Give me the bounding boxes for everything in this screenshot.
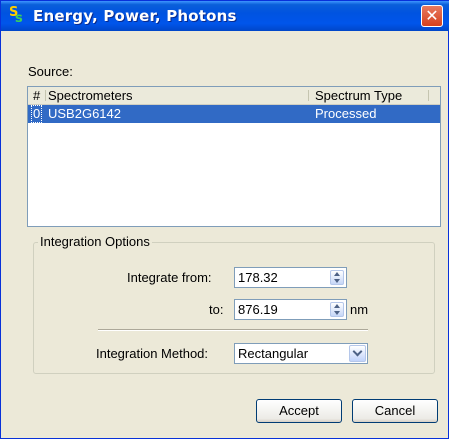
- integrate-from-spinner[interactable]: 178.32: [234, 267, 347, 288]
- row-spectrum-type: Processed: [315, 106, 377, 121]
- close-button[interactable]: ✕: [421, 5, 443, 27]
- integration-options-legend: Integration Options: [38, 234, 152, 249]
- row-spectrometer: USB2G6142: [48, 106, 121, 121]
- chevron-down-icon[interactable]: [349, 345, 366, 362]
- column-header-spectrometers[interactable]: Spectrometers: [48, 88, 133, 103]
- window-title: Energy, Power, Photons: [33, 7, 237, 25]
- integrate-from-label: Integrate from:: [127, 270, 212, 285]
- integrate-from-value[interactable]: 178.32: [238, 270, 278, 285]
- row-index: 0: [31, 105, 43, 123]
- column-divider: [428, 90, 429, 101]
- column-header-spectrum-type[interactable]: Spectrum Type: [315, 88, 402, 103]
- separator: [98, 329, 368, 331]
- integrate-to-spinner[interactable]: 876.19: [234, 299, 347, 320]
- column-divider: [308, 90, 309, 101]
- cancel-button[interactable]: Cancel: [352, 399, 438, 423]
- spectrasuite-icon: Ss: [9, 5, 23, 26]
- table-row[interactable]: 0 USB2G6142 Processed: [28, 105, 440, 123]
- accept-button[interactable]: Accept: [256, 399, 342, 423]
- title-bar[interactable]: Ss Energy, Power, Photons ✕: [1, 1, 449, 31]
- source-label: Source:: [28, 64, 73, 79]
- column-header-index[interactable]: #: [33, 88, 40, 103]
- spin-arrows-icon[interactable]: [330, 302, 344, 317]
- energy-power-photons-dialog: Ss Energy, Power, Photons ✕ Source: # Sp…: [0, 0, 449, 439]
- integrate-to-label: to:: [209, 302, 224, 317]
- integrate-to-value[interactable]: 876.19: [238, 302, 278, 317]
- unit-label: nm: [350, 302, 369, 317]
- integration-method-value[interactable]: Rectangular: [238, 346, 308, 361]
- integration-method-select[interactable]: Rectangular: [234, 343, 368, 364]
- source-table[interactable]: # Spectrometers Spectrum Type 0 USB2G614…: [27, 86, 441, 227]
- spin-arrows-icon[interactable]: [330, 270, 344, 285]
- table-header: # Spectrometers Spectrum Type: [28, 87, 440, 105]
- integration-method-label: Integration Method:: [96, 346, 209, 361]
- column-divider: [45, 90, 46, 101]
